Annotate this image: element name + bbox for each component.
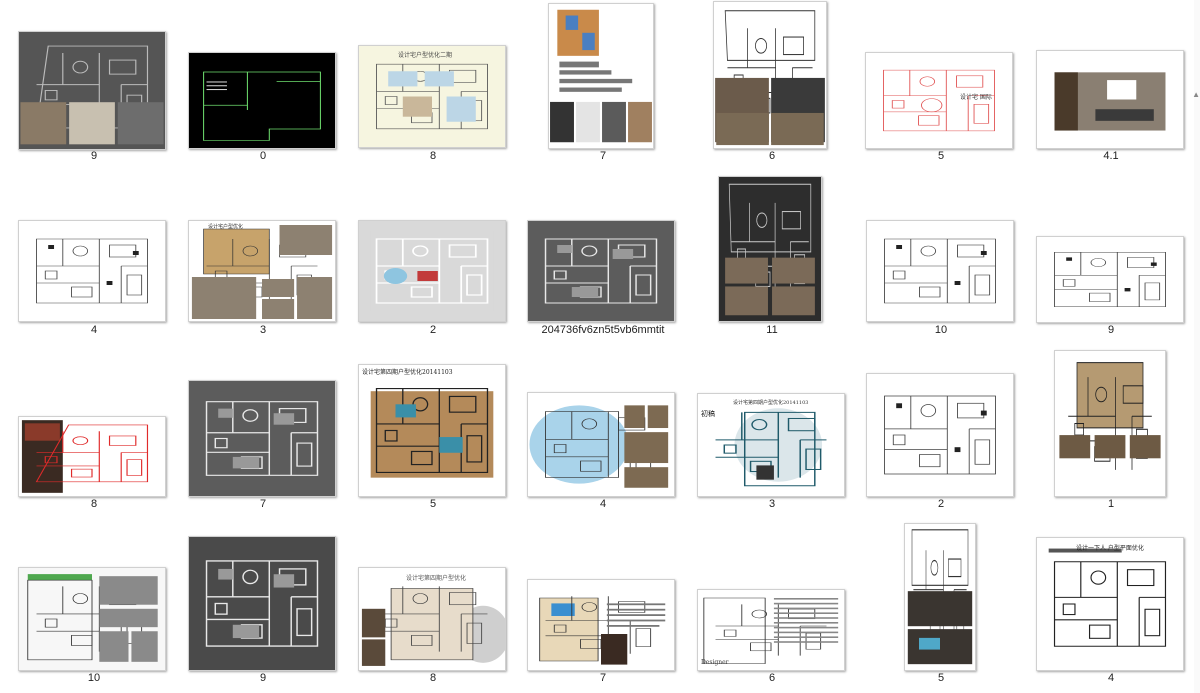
thumbnail-caption: 设计宅第四期户型优化20141103 xyxy=(362,369,453,376)
thumbnail-caption: 设计一下人 户型平面优化 xyxy=(1076,545,1144,552)
file-name-label[interactable]: 10 xyxy=(856,324,1026,336)
file-name-label[interactable]: 8 xyxy=(348,150,518,162)
file-name-label[interactable]: 8 xyxy=(348,672,518,684)
file-thumbnail[interactable] xyxy=(188,220,336,322)
file-name-label[interactable]: 7 xyxy=(518,672,688,684)
file-thumbnail[interactable] xyxy=(18,31,166,150)
file-name-label[interactable]: 3 xyxy=(687,498,857,510)
file-name-label[interactable]: 1 xyxy=(1026,498,1196,510)
file-thumbnail[interactable] xyxy=(18,416,166,497)
thumbnail-caption: 设计宅户型优化二期 xyxy=(398,52,453,59)
thumbnail-caption: 设计宅第四期户型优化20141103 xyxy=(733,400,809,406)
file-name-label[interactable]: 8 xyxy=(9,498,179,510)
thumbnail-caption: 设计宅户型优化 xyxy=(208,224,244,230)
file-thumbnail[interactable] xyxy=(527,392,675,497)
file-thumbnail[interactable] xyxy=(1036,537,1184,671)
file-thumbnail[interactable] xyxy=(358,45,506,148)
file-name-label[interactable]: 204736fv6zn5t5vb6mmtit xyxy=(518,324,688,336)
file-name-label[interactable]: 4 xyxy=(1026,672,1196,684)
file-name-label[interactable]: 2 xyxy=(856,498,1026,510)
file-grid: 9 0 87 6 5 4.1 4 3 2 204736fv6zn5t5vb6mmt… xyxy=(0,0,1200,693)
file-name-label[interactable]: 9 xyxy=(1026,324,1196,336)
file-name-label[interactable]: 5 xyxy=(348,498,518,510)
scroll-up-icon[interactable]: ▲ xyxy=(1192,90,1200,99)
file-name-label[interactable]: 7 xyxy=(178,498,348,510)
thumbnail-caption: 设计宅 国际 xyxy=(960,94,992,101)
file-thumbnail[interactable] xyxy=(866,220,1014,322)
file-name-label[interactable]: 9 xyxy=(9,150,179,162)
file-name-label[interactable]: 7 xyxy=(518,150,688,162)
file-name-label[interactable]: 10 xyxy=(9,672,179,684)
file-name-label[interactable]: 5 xyxy=(856,672,1026,684)
file-thumbnail[interactable] xyxy=(358,364,506,497)
file-thumbnail[interactable] xyxy=(358,567,506,671)
file-thumbnail[interactable] xyxy=(188,536,336,671)
file-thumbnail[interactable] xyxy=(527,579,675,671)
file-thumbnail[interactable] xyxy=(1036,50,1184,149)
thumbnail-caption: Designer xyxy=(701,659,729,666)
file-thumbnail[interactable] xyxy=(1054,350,1166,497)
file-name-label[interactable]: 4 xyxy=(518,498,688,510)
file-thumbnail[interactable] xyxy=(548,3,654,149)
file-thumbnail[interactable] xyxy=(904,523,976,671)
file-thumbnail[interactable] xyxy=(713,1,827,149)
file-name-label[interactable]: 4 xyxy=(9,324,179,336)
file-name-label[interactable]: 4.1 xyxy=(1026,150,1196,162)
file-name-label[interactable]: 3 xyxy=(178,324,348,336)
file-thumbnail[interactable] xyxy=(188,52,336,149)
file-thumbnail[interactable] xyxy=(1036,236,1184,323)
file-thumbnail[interactable] xyxy=(18,567,166,671)
file-thumbnail[interactable] xyxy=(718,176,822,322)
file-name-label[interactable]: 11 xyxy=(687,324,857,336)
vertical-scrollbar[interactable]: ▲ xyxy=(1192,0,1200,693)
file-thumbnail[interactable] xyxy=(358,220,506,322)
file-thumbnail[interactable] xyxy=(527,220,675,322)
file-name-label[interactable]: 6 xyxy=(687,672,857,684)
file-thumbnail[interactable] xyxy=(188,380,336,497)
file-name-label[interactable]: 6 xyxy=(687,150,857,162)
file-name-label[interactable]: 9 xyxy=(178,672,348,684)
thumbnail-caption: 初稿 xyxy=(701,410,715,418)
file-thumbnail[interactable] xyxy=(18,220,166,322)
file-thumbnail[interactable] xyxy=(697,393,845,497)
file-name-label[interactable]: 0 xyxy=(178,150,348,162)
file-thumbnail[interactable] xyxy=(866,373,1014,497)
thumbnail-caption: 设计宅第四期户型优化 xyxy=(406,575,467,582)
file-name-label[interactable]: 5 xyxy=(856,150,1026,162)
file-name-label[interactable]: 2 xyxy=(348,324,518,336)
